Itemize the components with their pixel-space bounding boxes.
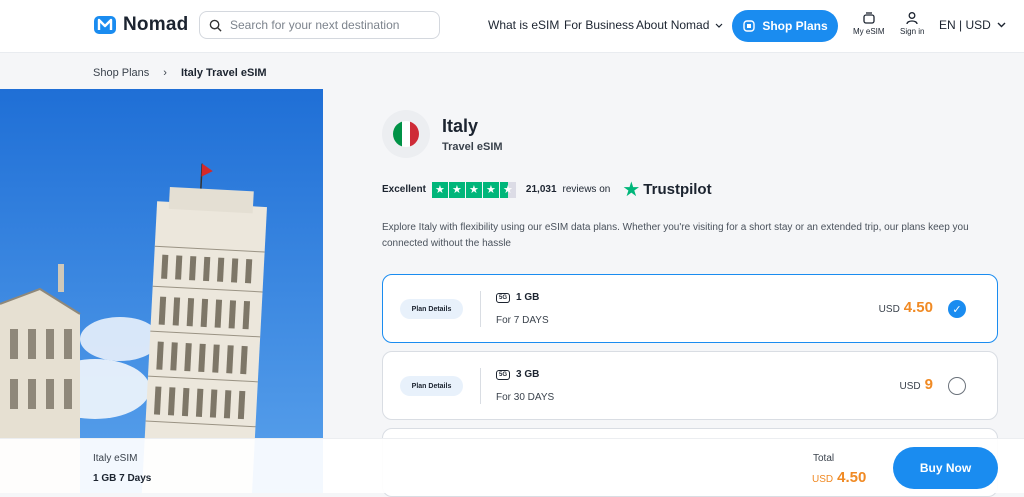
chevron-down-icon [715,18,723,32]
star-icon: ★ [431,181,448,198]
rating-stars: ★ ★ ★ ★ ★ [431,181,516,198]
reviews-suffix: reviews on [562,184,611,195]
total-label: Total [813,453,835,464]
plan-data-amount: 1 GB [516,292,540,303]
flag-badge [382,110,430,158]
plan-card-1gb[interactable]: Plan Details 5G 1 GB For 7 DAYS USD 4.50… [382,274,998,343]
locale-selector[interactable]: EN | USD [939,18,1006,32]
country-name: Italy [442,115,479,136]
selected-check-icon[interactable]: ✓ [948,300,966,318]
top-header: Nomad What is eSIM For Business About No… [0,0,1024,53]
plan-duration: For 30 DAYS [496,392,555,403]
price-currency: USD [878,304,900,315]
5g-icon: 5G [496,292,511,303]
brand-name: Nomad [123,14,189,35]
shop-plans-label: Shop Plans [762,19,828,33]
buy-now-button[interactable]: Buy Now [893,447,998,489]
price-currency: USD [899,381,921,392]
esim-icon [863,12,875,24]
breadcrumb-current: Italy Travel eSIM [180,67,267,79]
nomad-logo-icon [94,16,116,34]
breadcrumb: Shop Plans › Italy Travel eSIM [93,67,267,79]
price-amount: 9 [924,376,933,393]
search-input[interactable] [230,18,430,32]
plan-data: 5G 1 GB [496,292,539,303]
half-star-icon: ★ [499,181,516,198]
sim-card-icon [743,20,756,32]
plan-data: 5G 3 GB [496,369,539,380]
plan-data-amount: 3 GB [516,369,540,380]
price-amount: 4.50 [903,299,933,316]
product-heading: Italy Travel eSIM [382,110,503,158]
leaning-tower-illustration [0,89,323,493]
plan-price: USD 4.50 [879,299,933,316]
trustpilot-star-icon: ★ [622,179,641,201]
plan-card-3gb[interactable]: Plan Details 5G 3 GB For 30 DAYS USD 9 [382,351,998,420]
breadcrumb-shop-plans[interactable]: Shop Plans [93,67,149,79]
trustpilot-logo: ★ Trustpilot [622,177,711,202]
star-icon: ★ [448,181,465,198]
hero-image [0,89,323,493]
nav-about-nomad[interactable]: About Nomad [636,18,723,32]
total-amount: 4.50 [837,469,867,486]
plan-details-button[interactable]: Plan Details [400,376,463,396]
product-description: Explore Italy with flexibility using our… [382,222,969,249]
chevron-right-icon: › [163,67,167,79]
nav-what-is-esim[interactable]: What is eSIM [488,18,559,32]
my-esim-label: My eSIM [853,27,885,36]
nav-for-business[interactable]: For Business [564,18,634,32]
checkout-bar: Italy eSIM 1 GB 7 Days Total USD 4.50 Bu… [0,438,1024,493]
italy-flag-icon [393,121,419,147]
radio-unselected[interactable] [948,377,966,395]
5g-icon: 5G [496,369,511,380]
my-esim-link[interactable]: My eSIM [853,11,885,36]
total-currency: USD [812,474,834,485]
review-count: 21,031 [525,184,557,195]
plan-duration: For 7 DAYS [496,315,549,326]
shop-plans-button[interactable]: Shop Plans [732,10,838,42]
plan-price: USD 9 [900,376,933,393]
total-price: USD 4.50 [812,469,866,486]
sign-in-label: Sign in [900,27,925,36]
sign-in-link[interactable]: Sign in [900,11,924,36]
nomad-logo[interactable]: Nomad [93,13,188,37]
chevron-down-icon [997,22,1006,28]
country-subtitle: Travel eSIM [442,140,503,153]
plan-details-button[interactable]: Plan Details [400,299,463,319]
search-bar[interactable] [199,11,440,39]
star-icon: ★ [482,181,499,198]
divider [480,368,481,404]
user-icon [906,12,918,25]
locale-label: EN | USD [939,18,991,32]
nav-about-label: About Nomad [636,18,710,32]
rating-label: Excellent [382,184,426,195]
selected-product-title: Italy eSIM [93,453,138,464]
selected-plan-summary: 1 GB 7 Days [93,473,152,484]
divider [480,291,481,327]
search-icon [209,19,222,32]
star-icon: ★ [465,181,482,198]
trustpilot-rating[interactable]: Excellent ★ ★ ★ ★ ★ 21,031 reviews on ★ … [382,177,712,202]
trustpilot-name: Trustpilot [643,181,712,198]
